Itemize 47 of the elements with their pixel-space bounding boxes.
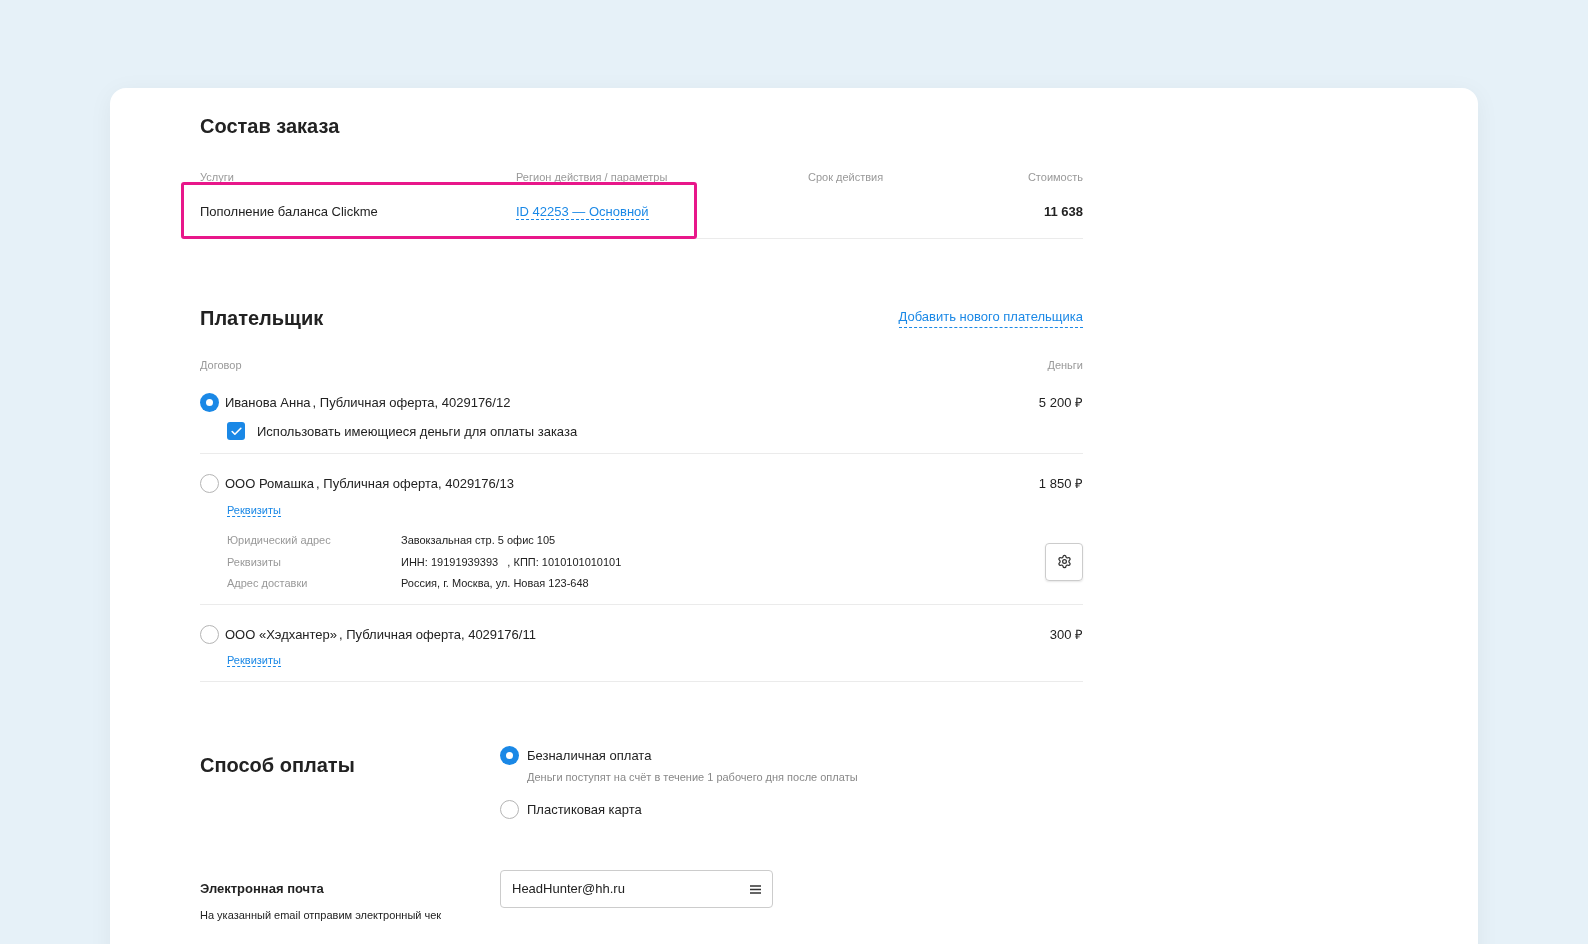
requisites-link[interactable]: Реквизиты [227, 503, 281, 517]
detail-value: ИНН: 19191939393 , КПП: 1010101010101 [401, 554, 622, 570]
column-header: Деньги [1047, 357, 1083, 373]
region-link[interactable]: ID 42253 — Основной [516, 203, 649, 220]
checkbox[interactable] [227, 422, 245, 441]
radio-button[interactable] [500, 799, 519, 819]
contract-text: , Публичная оферта, 4029176/12 [312, 394, 511, 412]
option-label: Пластиковая карта [527, 800, 642, 819]
settings-button[interactable] [1045, 542, 1083, 581]
price-text: 11 638 [1043, 202, 1083, 221]
field-label: Электронная почта [200, 880, 325, 898]
column-header: Договор [200, 357, 242, 373]
detail-label: Реквизиты [227, 554, 282, 570]
contract-text: , Публичная оферта, 4029176/11 [339, 625, 536, 644]
radio-button[interactable] [500, 745, 519, 765]
radio-button[interactable] [200, 624, 219, 644]
column-header: Услуги [200, 170, 235, 185]
section-title: Состав заказа [200, 114, 341, 139]
checkbox-label: Использовать имеющиеся деньги для оплаты заказа [257, 422, 578, 441]
column-header: Регион действия / параметры [516, 170, 669, 185]
table-cell-text: Пополнение баланса Clickme [200, 202, 379, 221]
detail-value: Завокзальная стр. 5 офис 105 [401, 533, 557, 548]
contract-text: , Публичная оферта, 4029176/13 [316, 475, 514, 493]
settings-icon [1056, 554, 1072, 570]
radio-button[interactable] [200, 393, 219, 413]
option-hint: Деньги поступят на счёт в течение 1 рабочего дня после оплаты [527, 770, 859, 785]
payer-name: ООО Ромашка [225, 475, 315, 493]
section-title: Способ оплаты [200, 752, 356, 778]
detail-label: Адрес доставки [227, 576, 309, 591]
requisites-link[interactable]: Реквизиты [227, 654, 281, 667]
amount-text: 5 200 ₽ [1038, 394, 1083, 412]
section-title: Плательщик [200, 305, 324, 331]
column-header: Срок действия [808, 170, 885, 185]
detail-label: Юридический адрес [227, 533, 332, 548]
payer-name: Иванова Анна [225, 394, 311, 412]
payer-name: ООО «Хэдхантер» [225, 625, 338, 644]
radio-button[interactable] [200, 474, 219, 494]
detail-value: Россия, г. Москва, ул. Новая 123-648 [401, 576, 590, 591]
menu-icon [750, 884, 761, 894]
email-field[interactable]: HeadHunter@hh.ru [500, 870, 773, 908]
field-hint: На указанный email отправим электронный чек [200, 907, 443, 923]
amount-text: 1 850 ₽ [1038, 475, 1083, 493]
add-payer-link[interactable]: Добавить нового плательщика [898, 307, 1083, 328]
option-label: Безналичная оплата [527, 746, 652, 765]
column-header: Стоимость [1027, 170, 1083, 185]
check-icon [229, 424, 243, 438]
amount-text: 300 ₽ [1049, 625, 1083, 644]
